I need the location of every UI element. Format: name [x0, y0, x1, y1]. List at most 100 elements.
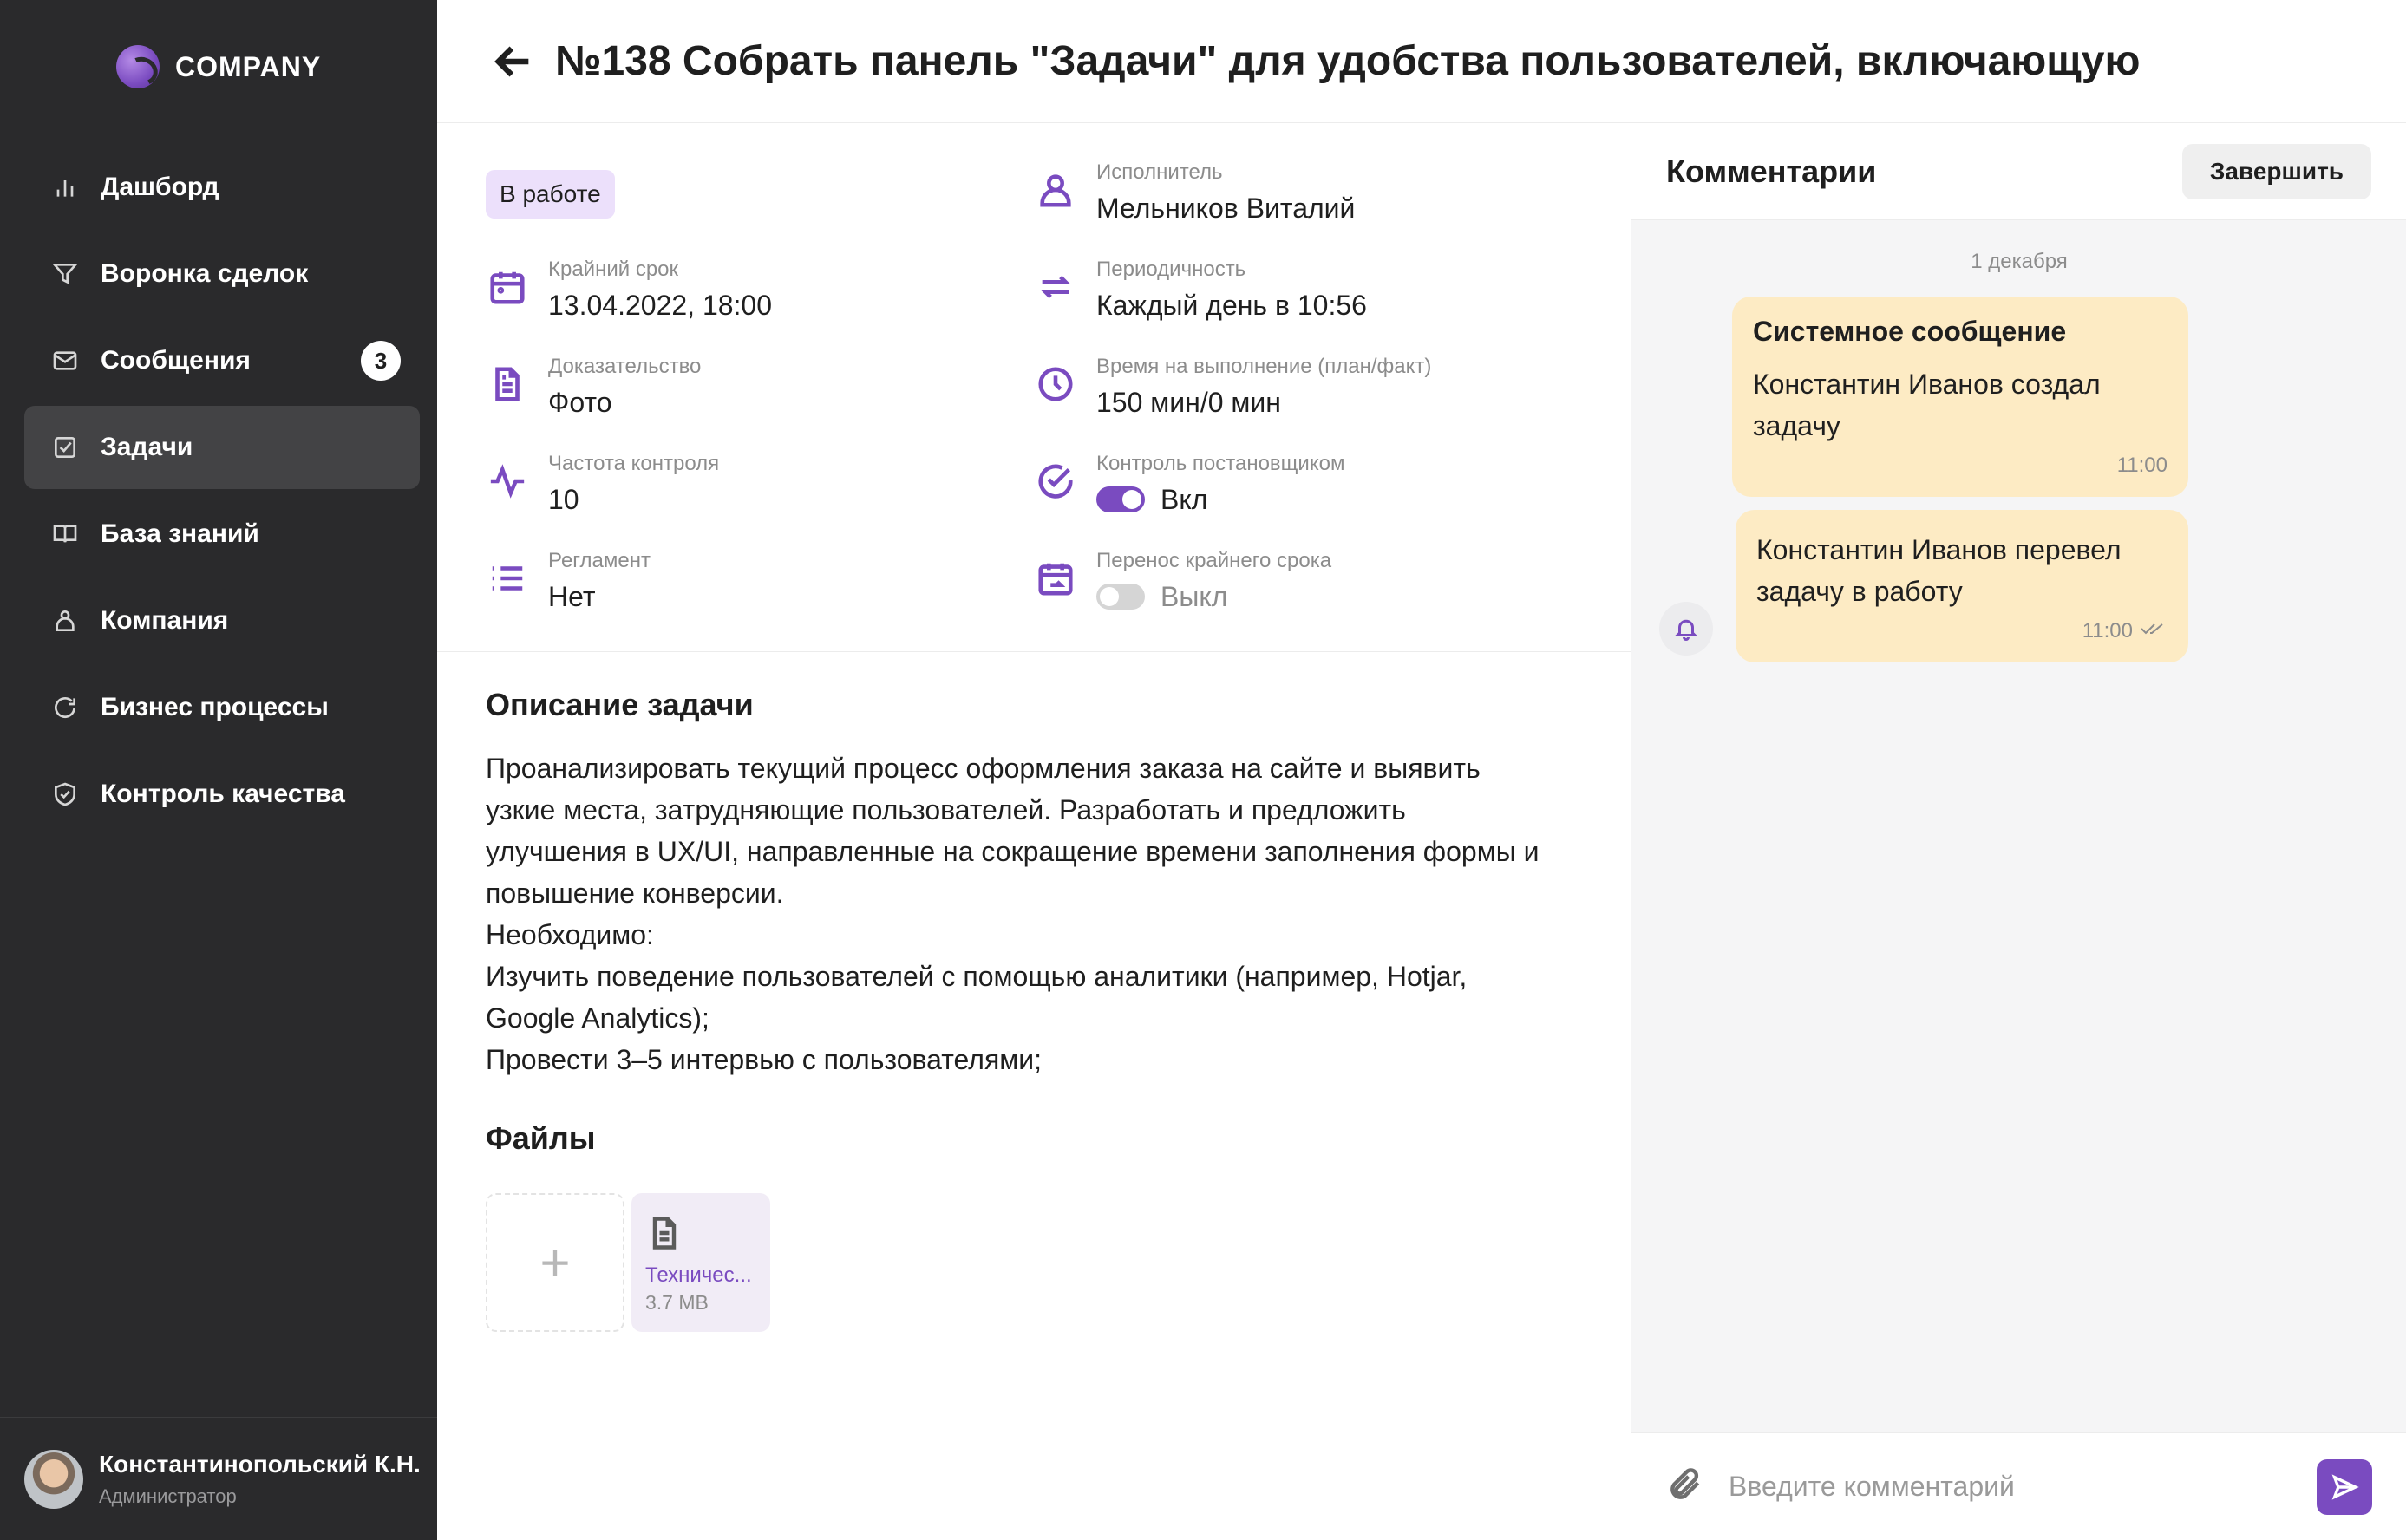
deadline-field[interactable]: Крайний срок 13.04.2022, 18:00: [486, 257, 772, 323]
plus-icon: +: [539, 1233, 571, 1292]
toggle-state-label: Вкл: [1161, 484, 1208, 515]
field-value: Мельников Виталий: [1096, 192, 1356, 224]
toggle-state-label: Выкл: [1161, 581, 1228, 612]
file-size: 3.7 MB: [645, 1291, 709, 1314]
send-button[interactable]: [2317, 1458, 2372, 1515]
logo-icon: [116, 45, 160, 88]
sidebar-item-quality-control[interactable]: Контроль качества: [24, 753, 420, 836]
author-control-toggle-row: Вкл: [1096, 482, 1344, 517]
proof-field[interactable]: Доказательство Фото: [486, 354, 701, 420]
check-circle-icon: [1034, 460, 1077, 503]
document-icon: [486, 362, 529, 406]
description-title: Описание задачи: [486, 687, 754, 722]
comments-feed[interactable]: 1 декабря Системное сообщение Константин…: [1631, 220, 2406, 1432]
sidebar-item-knowledge-base[interactable]: База знаний: [24, 493, 420, 576]
bell-icon: [1659, 602, 1713, 656]
add-file-button[interactable]: +: [486, 1193, 624, 1332]
sidebar-item-label: Контроль качества: [101, 780, 345, 808]
field-label: Время на выполнение (план/факт): [1096, 355, 1432, 378]
field-value: Нет: [548, 581, 596, 612]
list-icon: [486, 557, 529, 600]
funnel-icon: [50, 259, 80, 289]
status-message: Константин Иванов перевел задачу в работ…: [1736, 510, 2188, 662]
paperclip-icon[interactable]: [1666, 1465, 1704, 1508]
sidebar-item-label: Задачи: [101, 433, 193, 461]
clock-icon: [1034, 362, 1077, 406]
field-label: Контроль постановщиком: [1096, 452, 1345, 475]
sidebar-item-label: База знаний: [101, 519, 259, 548]
activity-icon: [486, 460, 529, 503]
message-time: 11:00: [1753, 454, 2167, 478]
sidebar: COMPANY Дашборд Воронка сделок Сообщения…: [0, 0, 437, 1540]
sidebar-item-dashboard[interactable]: Дашборд: [24, 146, 420, 229]
double-check-icon: [2140, 619, 2167, 643]
sidebar-item-label: Компания: [101, 606, 229, 635]
task-description: Описание задачи Проанализировать текущий…: [486, 687, 1605, 1080]
user-icon: [1034, 168, 1077, 212]
calendar-move-icon: [1034, 557, 1077, 600]
shield-check-icon: [50, 780, 80, 809]
deadline-transfer-toggle[interactable]: [1096, 584, 1145, 610]
author-control-toggle[interactable]: [1096, 486, 1145, 512]
field-label: Регламент: [548, 549, 651, 572]
status-badge[interactable]: В работе: [486, 170, 615, 219]
current-user[interactable]: Константинопольский К.Н. Администратор: [0, 1417, 437, 1540]
comments-panel: Комментарии Завершить 1 декабря Системно…: [1631, 123, 2406, 1540]
field-value: 13.04.2022, 18:00: [548, 290, 773, 321]
document-icon: [652, 1217, 677, 1250]
date-separator: 1 декабря: [1971, 250, 2068, 273]
repeat-icon: [1034, 265, 1077, 309]
field-label: Частота контроля: [548, 452, 720, 475]
description-text: Проанализировать текущий процесс оформле…: [486, 753, 1540, 1075]
files-title: Файлы: [486, 1120, 596, 1156]
message-time-text: 11:00: [2082, 619, 2133, 643]
sidebar-item-label: Сообщения: [101, 346, 251, 375]
field-label: Доказательство: [548, 355, 702, 378]
sidebar-item-business-processes[interactable]: Бизнес процессы: [24, 666, 420, 749]
message-title: Системное сообщение: [1753, 316, 2067, 347]
sidebar-item-tasks[interactable]: Задачи: [24, 406, 420, 489]
avatar: [24, 1449, 83, 1509]
file-name: Техничес...: [645, 1263, 752, 1287]
page-header: №138 Собрать панель "Задачи" для удобств…: [437, 0, 2406, 123]
sidebar-nav: Дашборд Воронка сделок Сообщения 3 Задач…: [24, 146, 420, 839]
deadline-transfer-field: Перенос крайнего срока Выкл: [1034, 548, 1331, 614]
task-properties: В работе Крайний срок 13.04.2022, 18:00 …: [437, 123, 1631, 652]
arrow-left-icon: [494, 46, 529, 76]
field-value: 150 мин/0 мин: [1096, 387, 1281, 418]
book-icon: [50, 519, 80, 549]
finish-task-button[interactable]: Завершить: [2181, 143, 2371, 199]
unread-count-badge: 3: [361, 341, 401, 381]
page-title: №138 Собрать панель "Задачи" для удобств…: [555, 38, 2141, 84]
comments-header: Комментарии Завершить: [1631, 123, 2406, 220]
field-value: 10: [548, 484, 579, 515]
field-value: Каждый день в 10:56: [1096, 290, 1367, 321]
user-name: Константинопольский К.Н.: [99, 1450, 421, 1478]
message-time: 11:00: [1756, 619, 2167, 643]
control-frequency-field[interactable]: Частота контроля 10: [486, 451, 719, 517]
company-logo[interactable]: COMPANY: [116, 45, 321, 88]
message-text: Константин Иванов перевел задачу в работ…: [1756, 534, 2122, 607]
sidebar-item-label: Воронка сделок: [101, 259, 309, 288]
message-time-text: 11:00: [2116, 454, 2167, 477]
checkbox-icon: [50, 433, 80, 462]
file-item[interactable]: Техничес... 3.7 MB: [631, 1193, 770, 1332]
sidebar-item-label: Дашборд: [101, 173, 219, 201]
sidebar-item-messages[interactable]: Сообщения 3: [24, 319, 420, 402]
back-button[interactable]: [489, 37, 538, 86]
send-icon: [2331, 1473, 2359, 1500]
assignee-field[interactable]: Исполнитель Мельников Виталий: [1034, 160, 1355, 225]
calendar-icon: [486, 265, 529, 309]
sidebar-item-company[interactable]: Компания: [24, 579, 420, 662]
author-control-field: Контроль постановщиком Вкл: [1034, 451, 1344, 517]
bar-chart-icon: [50, 173, 80, 202]
comment-input[interactable]: [1729, 1471, 2317, 1503]
files-list: + Техничес... 3.7 MB: [486, 1193, 770, 1332]
periodicity-field[interactable]: Периодичность Каждый день в 10:56: [1034, 257, 1367, 323]
user-role: Администратор: [99, 1485, 237, 1507]
comment-composer: [1631, 1432, 2406, 1540]
execution-time-field[interactable]: Время на выполнение (план/факт) 150 мин/…: [1034, 354, 1431, 420]
regulation-field[interactable]: Регламент Нет: [486, 548, 651, 614]
deadline-transfer-toggle-row: Выкл: [1096, 579, 1331, 614]
sidebar-item-funnel[interactable]: Воронка сделок: [24, 232, 420, 316]
